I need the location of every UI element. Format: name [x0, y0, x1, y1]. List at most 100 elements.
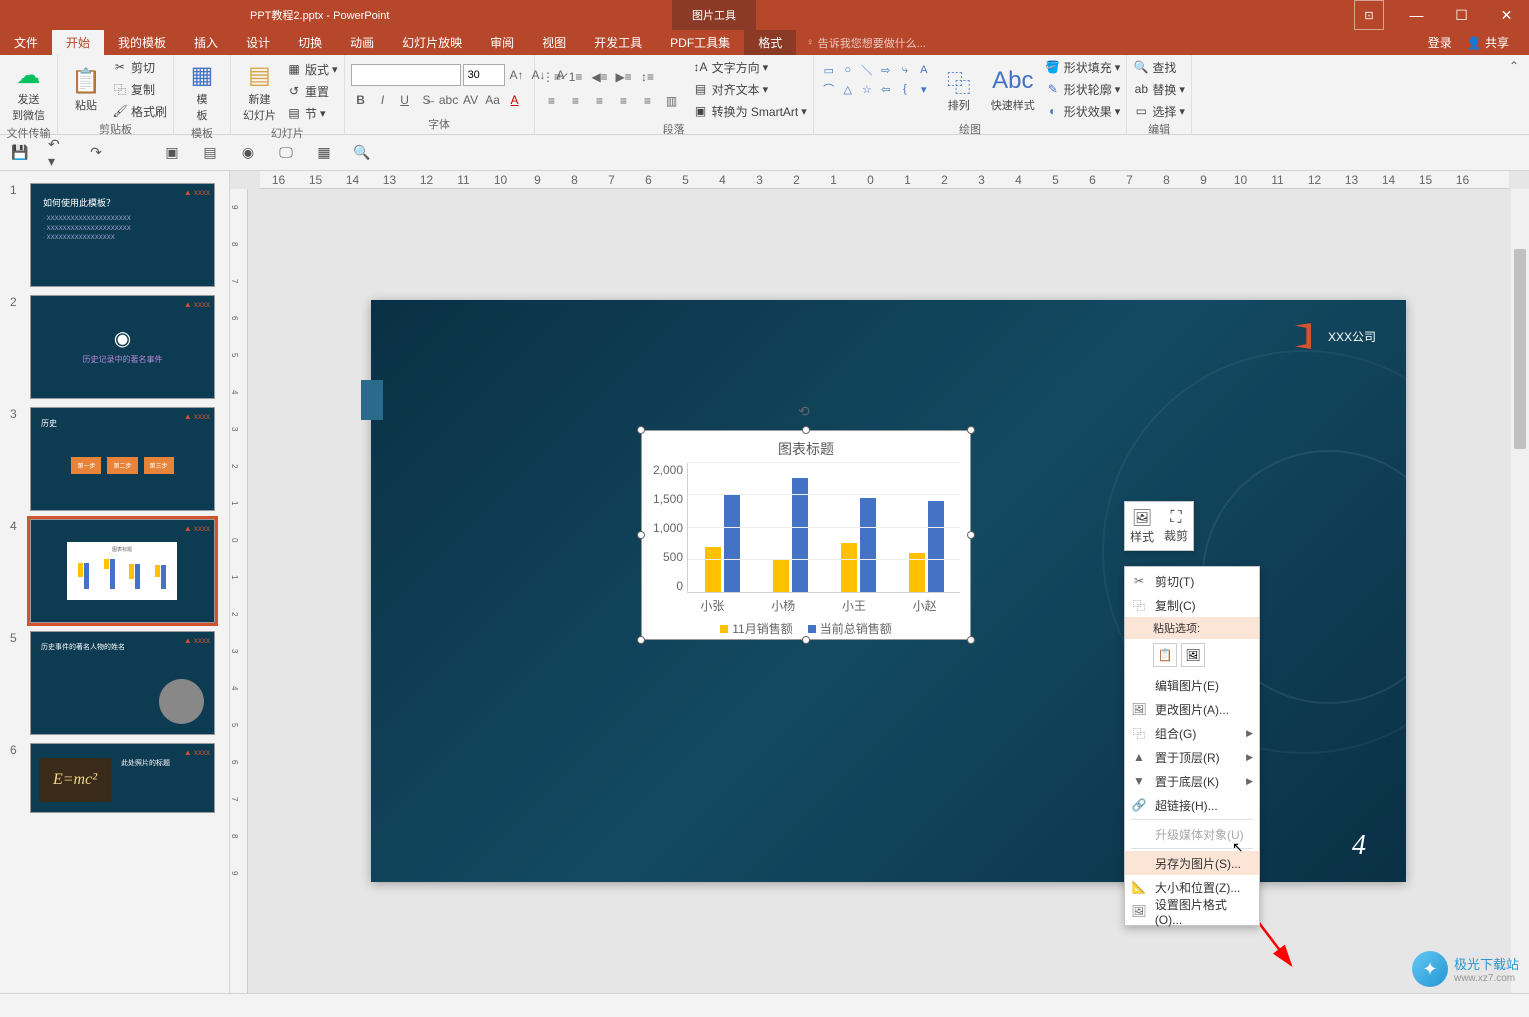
qat-btn-6[interactable]: 🔍	[352, 143, 372, 163]
font-family-select[interactable]	[351, 64, 461, 86]
resize-handle[interactable]	[967, 531, 975, 539]
ctx-save-as-picture[interactable]: 另存为图片(S)...	[1125, 851, 1259, 875]
rotate-handle-icon[interactable]: ⟲	[798, 403, 814, 419]
resize-handle[interactable]	[637, 426, 645, 434]
slide-thumbnail-2[interactable]: ◉历史记录中的著名事件 ▲ xxxx	[30, 295, 215, 399]
increase-indent-button[interactable]: ▶≡	[613, 66, 635, 88]
tab-file[interactable]: 文件	[0, 30, 52, 55]
reset-button[interactable]: ↺重置	[286, 81, 338, 101]
align-right-button[interactable]: ≡	[589, 90, 611, 112]
cut-button[interactable]: ✂剪切	[112, 57, 167, 77]
shape-freeform-icon[interactable]: △	[839, 80, 857, 98]
shape-textbox-icon[interactable]: A	[915, 61, 933, 79]
line-spacing-button[interactable]: ↕≡	[637, 66, 659, 88]
tab-insert[interactable]: 插入	[180, 30, 232, 55]
qat-btn-5[interactable]: ▦	[314, 143, 334, 163]
slide-thumbnail-3[interactable]: 历史 第一步 第二步 第三步 ▲ xxxx	[30, 407, 215, 511]
shape-rect-icon[interactable]: ▭	[820, 61, 838, 79]
replace-button[interactable]: ab替换 ▾	[1133, 79, 1185, 99]
ctx-hyperlink[interactable]: 🔗超链接(H)...	[1125, 793, 1259, 817]
font-size-select[interactable]	[463, 64, 505, 86]
strikethrough-button[interactable]: S̶	[417, 90, 437, 110]
shape-oval-icon[interactable]: ○	[839, 61, 857, 79]
resize-handle[interactable]	[802, 426, 810, 434]
paste-option-1[interactable]: 📋	[1153, 643, 1177, 667]
shape-curve-icon[interactable]: ⌒	[820, 80, 838, 98]
paste-button[interactable]: 📋 粘贴	[64, 63, 108, 115]
shape-outline-button[interactable]: ✎形状轮廓 ▾	[1045, 79, 1121, 99]
shape-connector-icon[interactable]: ⤷	[896, 61, 914, 79]
align-left-button[interactable]: ≡	[541, 90, 563, 112]
slide-thumbnail-panel[interactable]: 1 如何使用此模板？· XXXXXXXXXXXXXXXXXXXXX· XXXXX…	[0, 171, 230, 993]
tab-animations[interactable]: 动画	[336, 30, 388, 55]
qat-btn-2[interactable]: ▤	[200, 143, 220, 163]
select-button[interactable]: ▭选择 ▾	[1133, 101, 1185, 121]
tab-transitions[interactable]: 切换	[284, 30, 336, 55]
justify-button[interactable]: ≡	[613, 90, 635, 112]
font-color-button[interactable]: A	[505, 90, 525, 110]
text-direction-button[interactable]: ↕A文字方向 ▾	[693, 57, 807, 77]
align-text-button[interactable]: ▤对齐文本 ▾	[693, 79, 807, 99]
qat-btn-3[interactable]: ◉	[238, 143, 258, 163]
close-button[interactable]: ✕	[1484, 0, 1529, 30]
scrollbar-thumb[interactable]	[1514, 249, 1526, 449]
format-painter-button[interactable]: 🖌格式刷	[112, 101, 167, 121]
qat-btn-4[interactable]: 🖵	[276, 143, 296, 163]
shape-star-icon[interactable]: ☆	[858, 80, 876, 98]
tab-design[interactable]: 设计	[232, 30, 284, 55]
mini-crop-button[interactable]: ⛶裁剪	[1159, 502, 1193, 550]
shapes-gallery[interactable]: ▭ ○ ＼ ⇨ ⤷ A ⌒ △ ☆ ⇦ { ▾	[820, 61, 933, 117]
slide-thumbnail-1[interactable]: 如何使用此模板？· XXXXXXXXXXXXXXXXXXXXX· XXXXXXX…	[30, 183, 215, 287]
tell-me-search[interactable]: 告诉我您想要做什么...	[806, 30, 926, 55]
layout-button[interactable]: ▦版式 ▾	[286, 59, 338, 79]
resize-handle[interactable]	[967, 636, 975, 644]
mini-style-button[interactable]: 🖼样式	[1125, 502, 1159, 550]
tab-view[interactable]: 视图	[528, 30, 580, 55]
paste-option-2[interactable]: 🖼	[1181, 643, 1205, 667]
numbering-button[interactable]: 1≡	[565, 66, 587, 88]
share-button[interactable]: 👤 共享	[1467, 34, 1509, 51]
shape-fill-button[interactable]: 🪣形状填充 ▾	[1045, 57, 1121, 77]
tab-my-templates[interactable]: 我的模板	[104, 30, 180, 55]
save-button[interactable]: 💾	[10, 143, 30, 163]
resize-handle[interactable]	[637, 636, 645, 644]
template-button[interactable]: ▦ 模 板	[180, 57, 224, 125]
quick-styles-button[interactable]: Abc 快速样式	[985, 63, 1041, 115]
ctx-edit-picture[interactable]: 编辑图片(E)	[1125, 673, 1259, 697]
italic-button[interactable]: I	[373, 90, 393, 110]
columns-button[interactable]: ▥	[661, 90, 683, 112]
undo-button[interactable]: ↶ ▾	[48, 143, 68, 163]
decrease-indent-button[interactable]: ◀≡	[589, 66, 611, 88]
minimize-button[interactable]: —	[1394, 0, 1439, 30]
resize-handle[interactable]	[637, 531, 645, 539]
redo-button[interactable]: ↷	[86, 143, 106, 163]
underline-button[interactable]: U	[395, 90, 415, 110]
shape-arrow2-icon[interactable]: ⇦	[877, 80, 895, 98]
ctx-format-picture[interactable]: 🖼设置图片格式(O)...	[1125, 899, 1259, 923]
slide-canvas[interactable]: XXX公司 4 ⟲ 图表标题 05001,0001,5002,00	[248, 189, 1529, 993]
tab-format[interactable]: 格式	[744, 30, 796, 55]
ctx-group[interactable]: ⿻组合(G)▶	[1125, 721, 1259, 745]
arrange-button[interactable]: ⿻ 排列	[937, 63, 981, 115]
slide-thumbnail-6[interactable]: E=mc² 此处照片的标题 ▲ xxxx	[30, 743, 215, 813]
ribbon-display-options[interactable]: ⊡	[1354, 0, 1384, 30]
ctx-copy[interactable]: ⿻复制(C)	[1125, 593, 1259, 617]
shape-arrow-icon[interactable]: ⇨	[877, 61, 895, 79]
ctx-bring-front[interactable]: ▲置于顶层(R)▶	[1125, 745, 1259, 769]
resize-handle[interactable]	[967, 426, 975, 434]
convert-smartart-button[interactable]: ▣转换为 SmartArt ▾	[693, 101, 807, 121]
login-link[interactable]: 登录	[1428, 34, 1452, 51]
slide-thumbnail-4[interactable]: 图表标题 ▲ xxxx	[30, 519, 215, 623]
bullets-button[interactable]: ⋮≡	[541, 66, 563, 88]
copy-button[interactable]: ⿻复制	[112, 79, 167, 99]
vertical-scrollbar[interactable]	[1511, 189, 1529, 993]
increase-font-icon[interactable]: A↑	[507, 65, 527, 85]
tab-home[interactable]: 开始	[52, 30, 104, 55]
tab-pdf[interactable]: PDF工具集	[656, 30, 744, 55]
shape-line-icon[interactable]: ＼	[858, 61, 876, 79]
distribute-button[interactable]: ≡	[637, 90, 659, 112]
shadow-button[interactable]: abc	[439, 90, 459, 110]
resize-handle[interactable]	[802, 636, 810, 644]
section-button[interactable]: ▤节 ▾	[286, 103, 338, 123]
tab-review[interactable]: 审阅	[476, 30, 528, 55]
